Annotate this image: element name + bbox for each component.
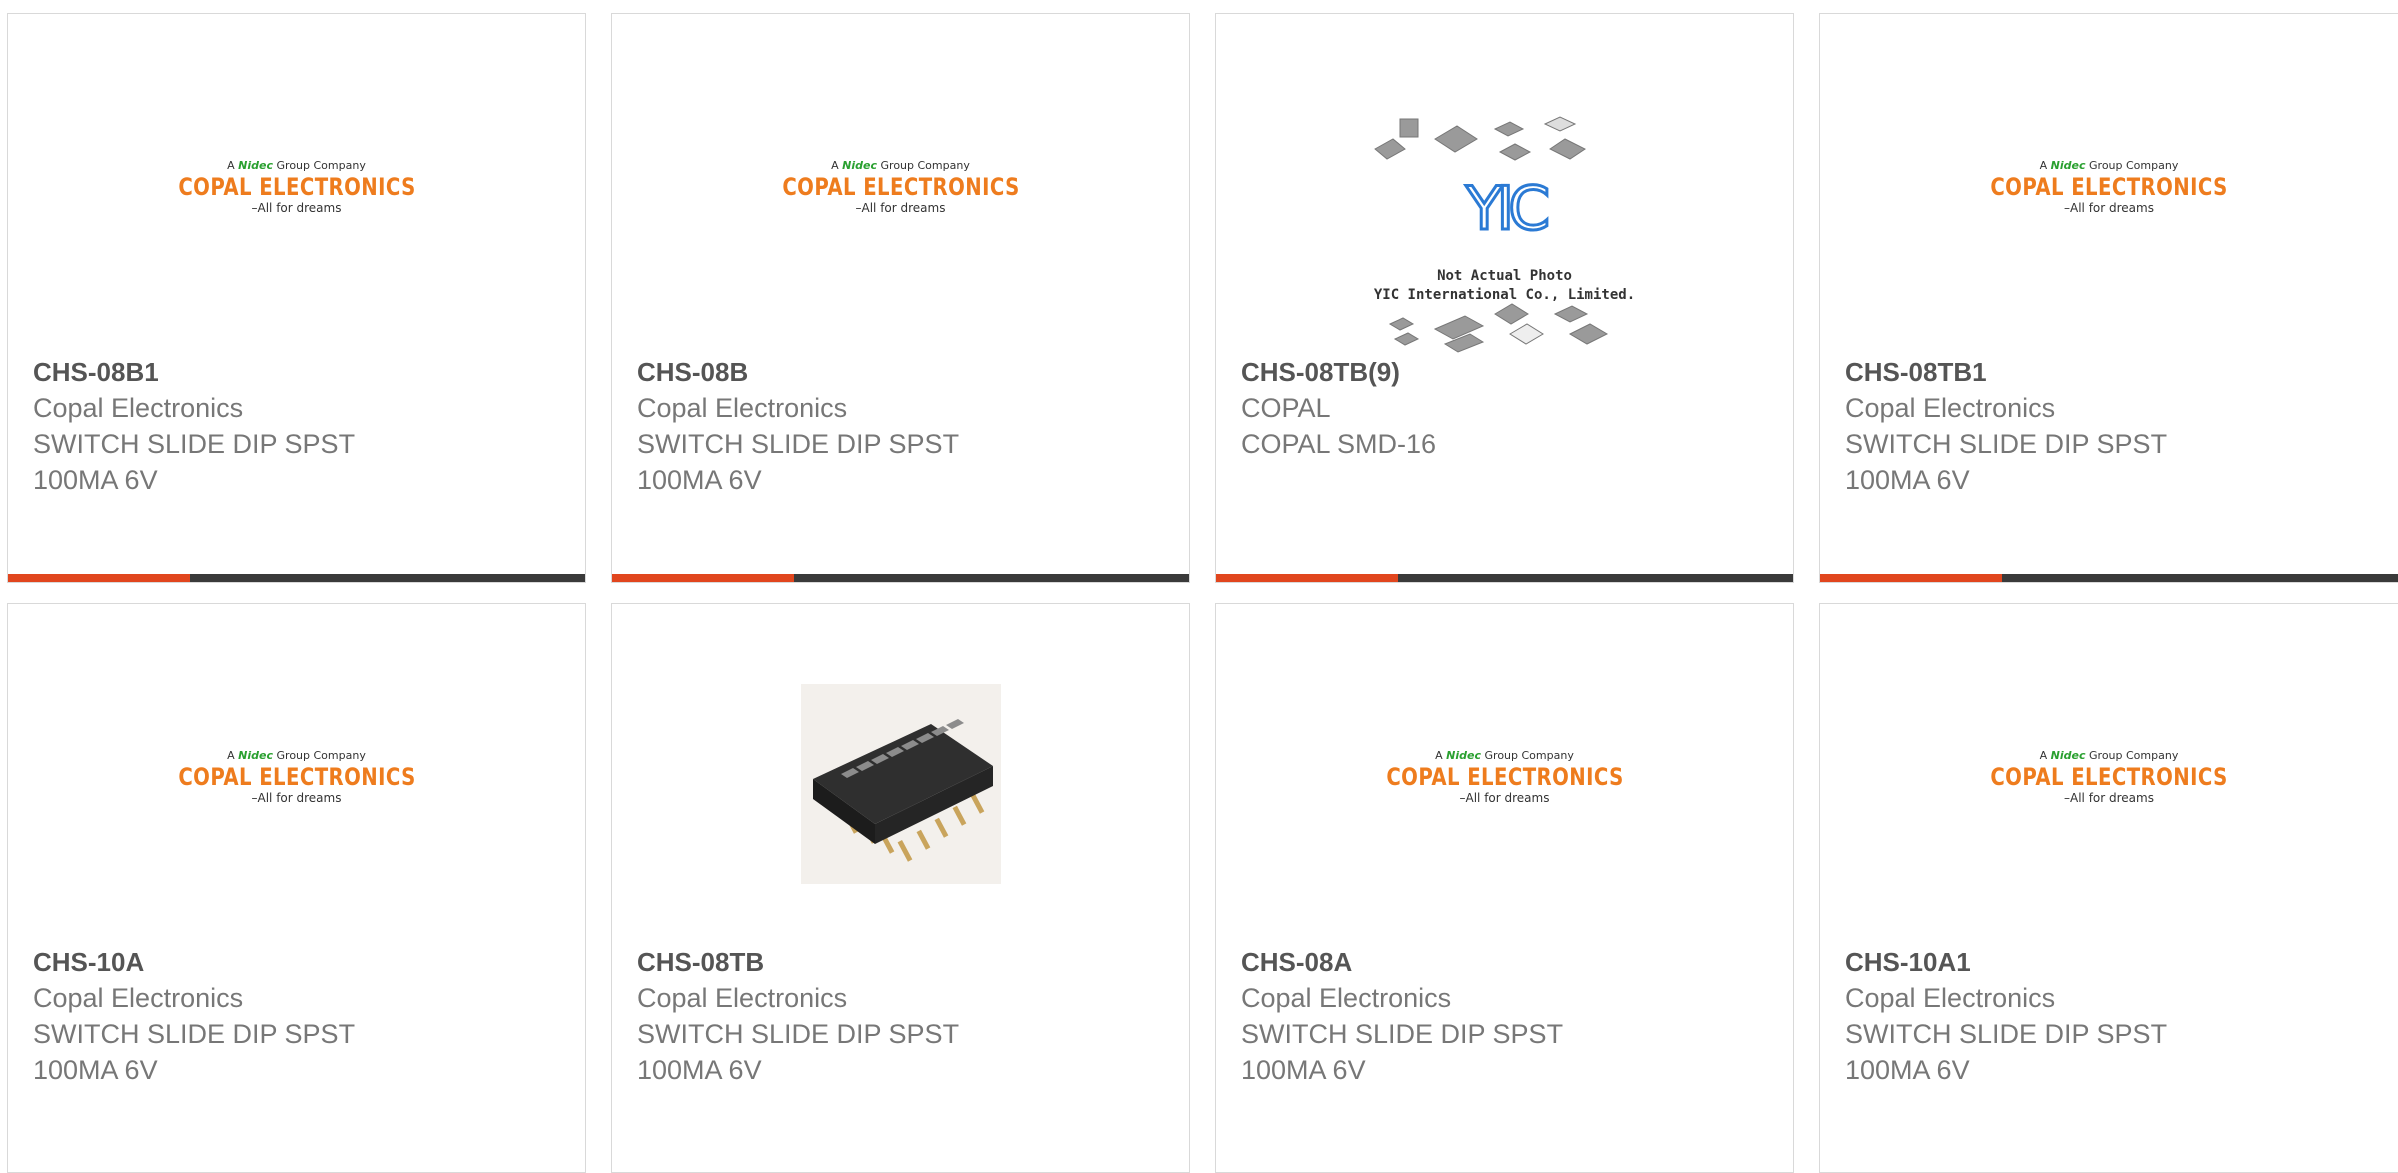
card-accent-bar [1820, 574, 2398, 582]
product-image[interactable]: A Nidec Group Company COPAL ELECTRONICS … [1216, 604, 1793, 934]
part-number-link[interactable]: CHS-08B [637, 354, 1169, 390]
product-card[interactable]: A Nidec Group Company COPAL ELECTRONICS … [1819, 13, 2398, 583]
copal-electronics-logo: A Nidec Group Company COPAL ELECTRONICS … [1990, 749, 2228, 805]
description: 100MA 6V [1241, 1055, 1366, 1085]
product-image[interactable]: A Nidec Group Company COPAL ELECTRONICS … [612, 14, 1189, 344]
description: 100MA 6V [33, 1055, 158, 1085]
not-actual-photo-placeholder: YIC Not Actual Photo YIC International C… [1365, 114, 1645, 359]
component-thumbnails-icon: YIC [1373, 116, 1608, 353]
product-image[interactable]: A Nidec Group Company COPAL ELECTRONICS … [8, 604, 585, 934]
copal-electronics-logo: A Nidec Group Company COPAL ELECTRONICS … [1990, 159, 2228, 215]
manufacturer: Copal Electronics [1241, 983, 1452, 1013]
part-number-link[interactable]: CHS-08A [1241, 944, 1773, 980]
description: SWITCH SLIDE DIP SPST [1845, 429, 2168, 459]
description: 100MA 6V [33, 465, 158, 495]
part-number-link[interactable]: CHS-08TB [637, 944, 1169, 980]
description: SWITCH SLIDE DIP SPST [1845, 1019, 2168, 1049]
description: SWITCH SLIDE DIP SPST [637, 1019, 960, 1049]
card-accent-bar [612, 574, 1189, 582]
copal-electronics-logo: A Nidec Group Company COPAL ELECTRONICS … [1385, 749, 1624, 805]
description: 100MA 6V [1845, 465, 1970, 495]
manufacturer: Copal Electronics [33, 393, 244, 423]
part-number-link[interactable]: CHS-08TB1 [1845, 354, 2388, 390]
manufacturer: Copal Electronics [1845, 983, 2056, 1013]
product-card[interactable]: CHS-08TB Copal Electronics SWITCH SLIDE … [611, 603, 1190, 1173]
product-image[interactable] [612, 604, 1189, 934]
card-accent-bar [1216, 574, 1793, 582]
part-number-link[interactable]: CHS-08B1 [33, 354, 565, 390]
product-image[interactable]: A Nidec Group Company COPAL ELECTRONICS … [1820, 604, 2398, 934]
description: 100MA 6V [637, 465, 762, 495]
part-number-link[interactable]: CHS-10A [33, 944, 565, 980]
manufacturer: Copal Electronics [33, 983, 244, 1013]
copal-electronics-logo: A Nidec Group Company COPAL ELECTRONICS … [177, 749, 416, 805]
product-card[interactable]: A Nidec Group Company COPAL ELECTRONICS … [7, 13, 586, 583]
product-image[interactable]: A Nidec Group Company COPAL ELECTRONICS … [1820, 14, 2398, 344]
product-card[interactable]: A Nidec Group Company COPAL ELECTRONICS … [611, 13, 1190, 583]
description: SWITCH SLIDE DIP SPST [33, 429, 356, 459]
manufacturer: Copal Electronics [1845, 393, 2056, 423]
product-card[interactable]: A Nidec Group Company COPAL ELECTRONICS … [7, 603, 586, 1173]
description: SWITCH SLIDE DIP SPST [1241, 1019, 1564, 1049]
product-card[interactable]: A Nidec Group Company COPAL ELECTRONICS … [1215, 603, 1794, 1173]
description: SWITCH SLIDE DIP SPST [33, 1019, 356, 1049]
product-image[interactable]: A Nidec Group Company COPAL ELECTRONICS … [8, 14, 585, 344]
dip-switch-photo [800, 684, 1001, 884]
manufacturer: Copal Electronics [637, 983, 848, 1013]
product-card[interactable]: YIC Not Actual Photo YIC International C… [1215, 13, 1794, 583]
copal-electronics-logo: A Nidec Group Company COPAL ELECTRONICS … [177, 159, 416, 215]
description: SWITCH SLIDE DIP SPST [637, 429, 960, 459]
card-accent-bar [8, 574, 585, 582]
svg-text:YIC: YIC [1464, 174, 1546, 244]
description: 100MA 6V [637, 1055, 762, 1085]
product-card[interactable]: A Nidec Group Company COPAL ELECTRONICS … [1819, 603, 2398, 1173]
manufacturer: COPAL [1241, 393, 1331, 423]
description: COPAL SMD-16 [1241, 429, 1437, 459]
manufacturer: Copal Electronics [637, 393, 848, 423]
copal-electronics-logo: A Nidec Group Company COPAL ELECTRONICS … [781, 159, 1020, 215]
product-image[interactable]: YIC Not Actual Photo YIC International C… [1216, 14, 1793, 353]
part-number-link[interactable]: CHS-10A1 [1845, 944, 2388, 980]
description: 100MA 6V [1845, 1055, 1970, 1085]
part-number-link[interactable]: CHS-08TB(9) [1241, 354, 1773, 390]
